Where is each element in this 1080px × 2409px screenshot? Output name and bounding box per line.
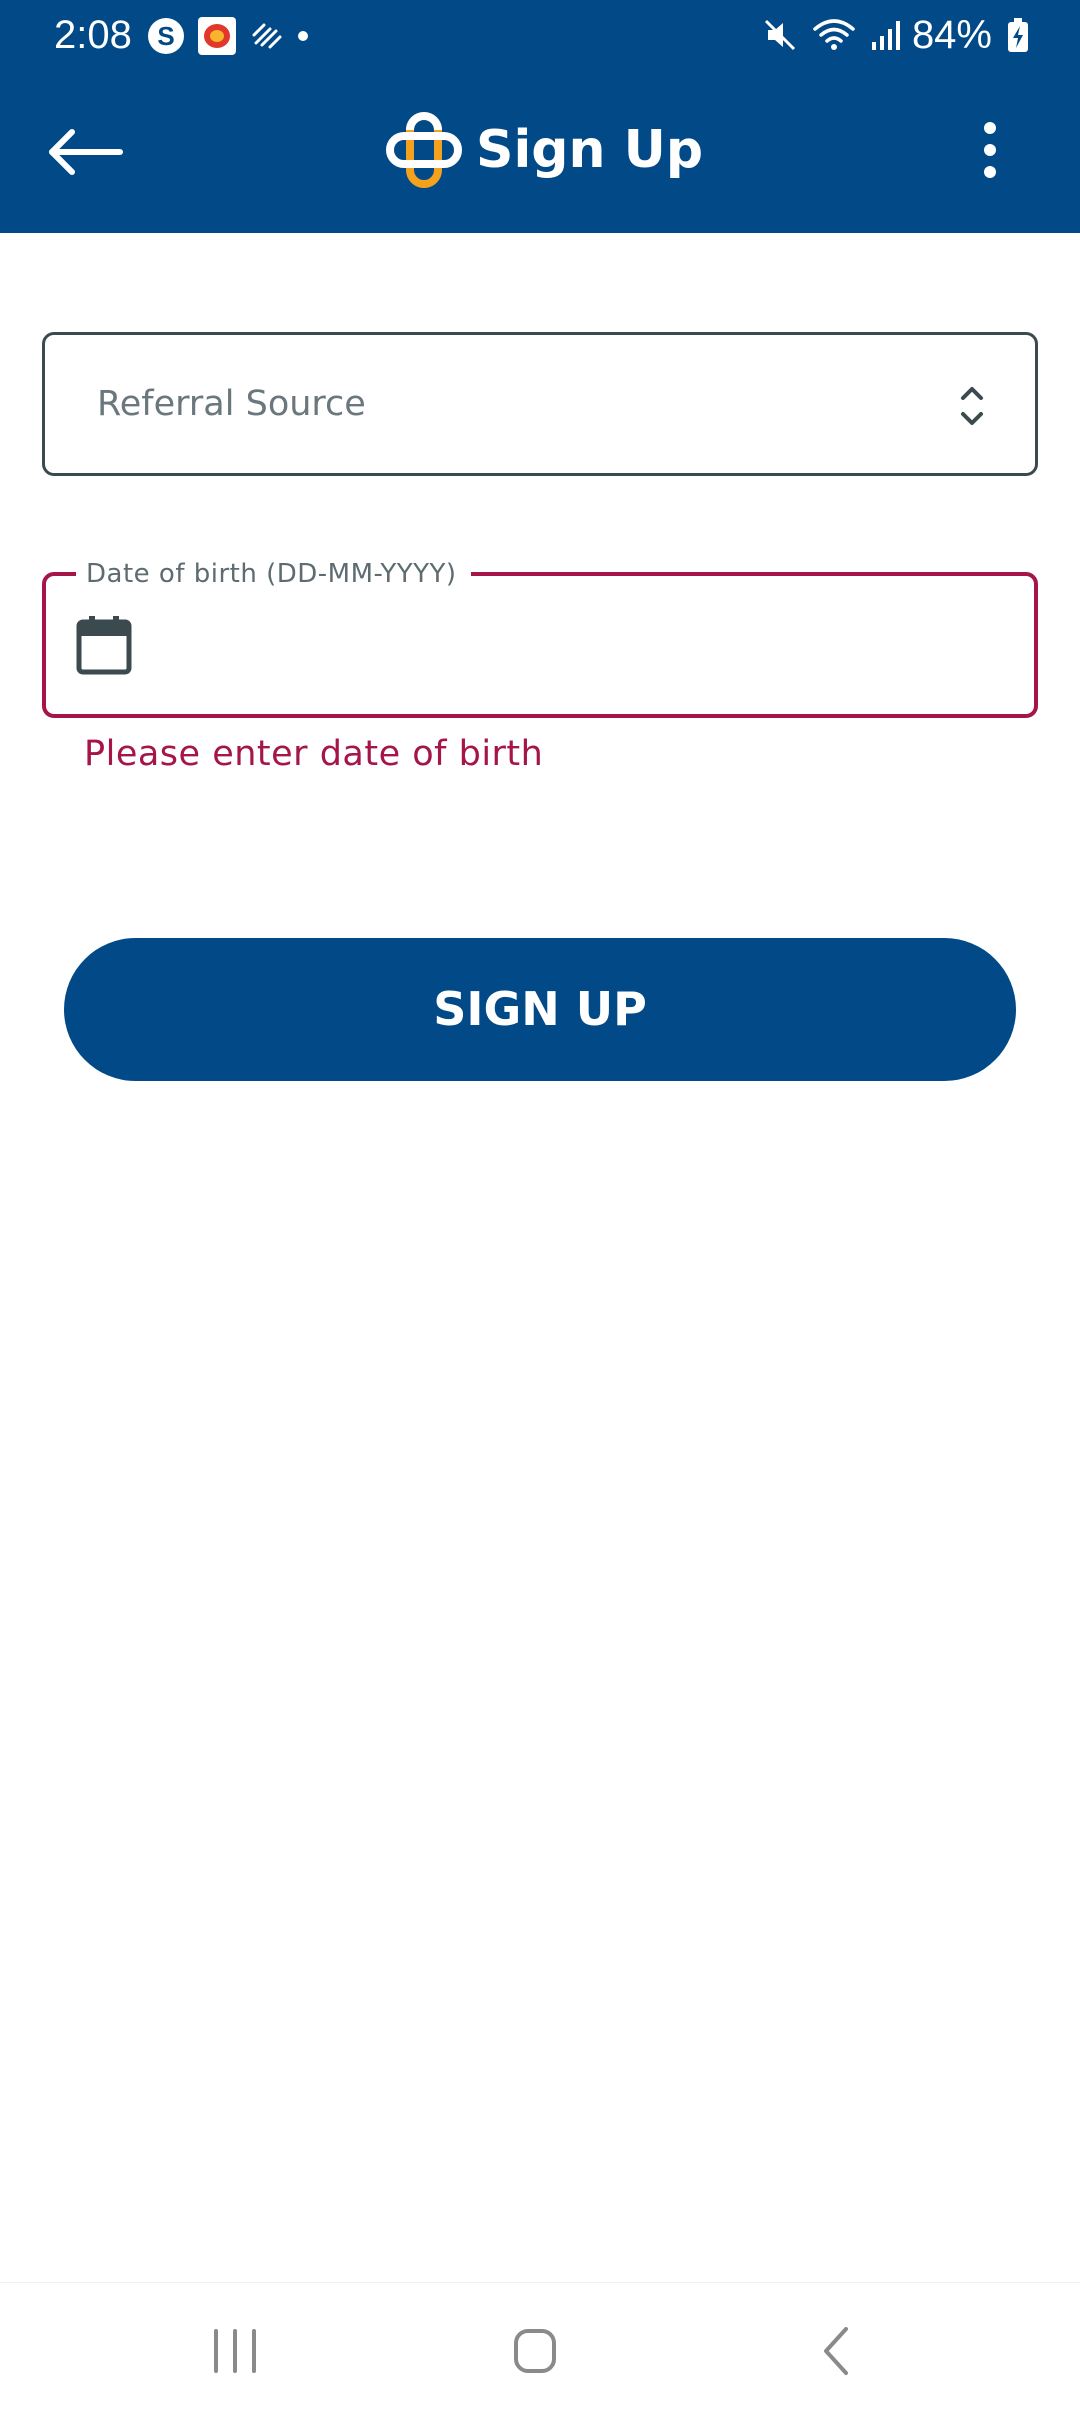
home-icon — [514, 2329, 556, 2373]
navigation-bar — [0, 2282, 1080, 2409]
date-of-birth-input[interactable] — [166, 596, 1010, 698]
arrow-left-icon — [49, 129, 123, 175]
more-options-button[interactable] — [960, 110, 1020, 190]
recents-button[interactable] — [200, 2321, 270, 2381]
calendar-icon[interactable] — [76, 614, 132, 676]
system-back-button[interactable] — [808, 2321, 868, 2381]
wifi-icon — [813, 19, 855, 50]
system-icons: 84% — [748, 10, 1030, 60]
status-time: 2:08 — [54, 13, 132, 57]
back-icon — [824, 2327, 848, 2375]
battery-charging-icon — [1008, 18, 1028, 52]
page-title: Sign Up — [476, 120, 704, 180]
notification-icons: S — [148, 16, 322, 56]
cross-logo-icon — [386, 112, 462, 188]
stripes-icon — [252, 23, 282, 49]
title-group: Sign Up — [384, 100, 703, 200]
sign-up-button[interactable]: SIGN UP — [64, 938, 1016, 1081]
home-button[interactable] — [500, 2321, 570, 2381]
status-bar: 2:08 S 84% — [0, 0, 1080, 70]
mute-icon — [764, 19, 795, 51]
app-bar: Sign Up — [0, 70, 1080, 233]
date-of-birth-field[interactable]: Date of birth (DD-MM-YYYY) — [42, 554, 1038, 718]
battery-percent: 84% — [911, 13, 992, 57]
date-of-birth-error: Please enter date of birth — [84, 734, 544, 774]
skype-icon: S — [148, 18, 184, 54]
date-of-birth-label: Date of birth (DD-MM-YYYY) — [76, 554, 471, 594]
dot-icon — [298, 31, 308, 41]
app-notification-icon — [198, 17, 236, 55]
referral-source-select[interactable]: Referral Source — [42, 332, 1038, 476]
back-button[interactable] — [40, 110, 130, 190]
recents-icon — [214, 2329, 256, 2373]
referral-source-placeholder: Referral Source — [97, 384, 366, 424]
signal-icon — [871, 21, 900, 50]
more-vertical-icon — [984, 122, 996, 178]
unfold-icon — [961, 387, 983, 425]
